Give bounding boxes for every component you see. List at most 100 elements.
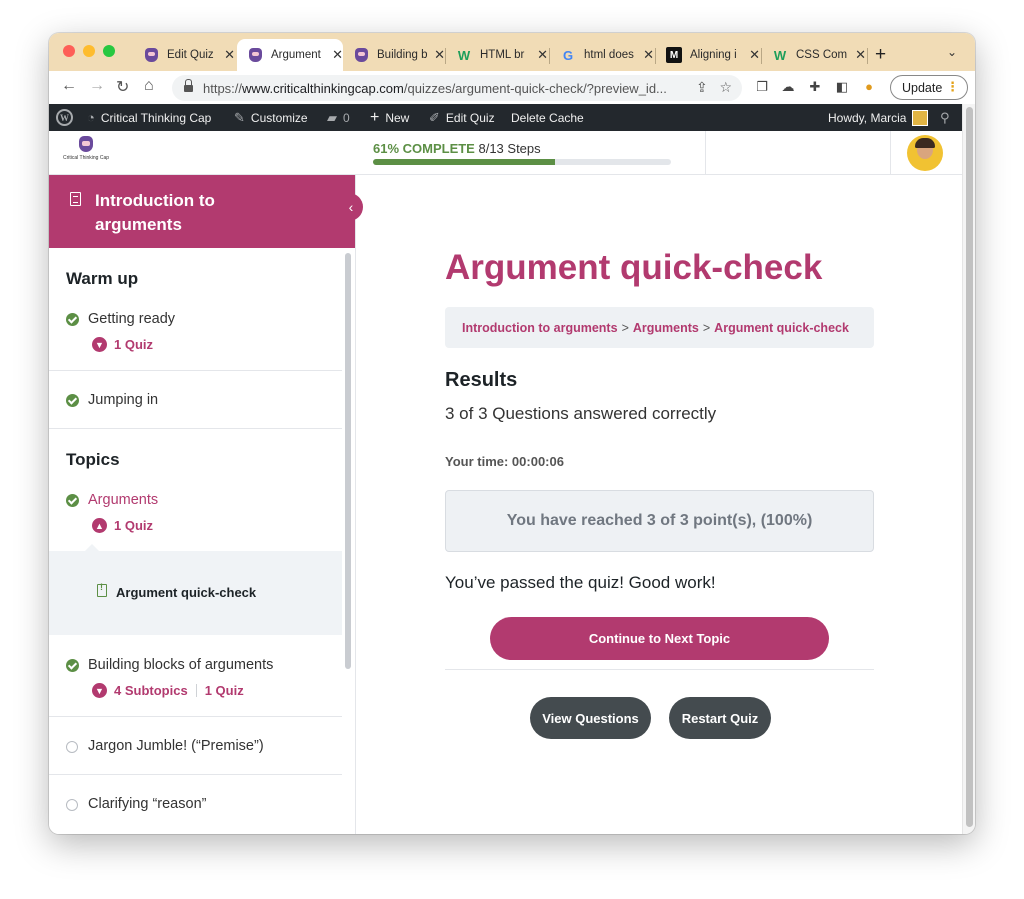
new-label: New	[385, 110, 410, 125]
tab-html-does[interactable]: G html does ✕	[550, 39, 654, 71]
back-arrow-icon[interactable]: ←	[61, 77, 77, 95]
comments-link[interactable]: ▰ 0	[327, 104, 350, 131]
new-tab-button[interactable]: +	[875, 44, 886, 66]
divider	[49, 716, 342, 717]
new-content-link[interactable]: + New	[370, 104, 409, 131]
close-tab-icon[interactable]: ✕	[537, 47, 548, 63]
close-tab-icon[interactable]: ✕	[749, 47, 760, 63]
account-menu[interactable]: Howdy, Marcia	[828, 104, 929, 131]
close-window-button[interactable]	[63, 45, 75, 57]
pass-message: You’ve passed the quiz! Good work!	[445, 573, 716, 592]
complete-check-icon	[66, 494, 79, 507]
close-tab-icon[interactable]: ✕	[434, 47, 445, 63]
howdy-label: Howdy, Marcia	[828, 110, 907, 125]
progress-steps: 8/13 Steps	[478, 141, 541, 156]
w3-favicon-icon: W	[457, 47, 471, 63]
answered-summary: 3 of 3 Questions answered correctly	[445, 404, 717, 423]
tab-html-br[interactable]: W HTML br ✕	[446, 39, 548, 71]
lock-icon	[184, 79, 193, 93]
owl-favicon-icon	[247, 47, 263, 63]
page-scrollbar[interactable]	[962, 104, 975, 834]
menu-kebab-icon[interactable]: ⋮	[946, 79, 959, 95]
complete-check-icon	[66, 659, 79, 672]
cloud-icon[interactable]: ☁	[780, 79, 796, 95]
m-favicon-icon: M	[666, 47, 682, 63]
owl-logo-icon	[79, 136, 93, 152]
comment-count: 0	[343, 110, 350, 125]
close-tab-icon[interactable]: ✕	[855, 47, 866, 63]
wp-admin-bar: W ◔ Critical Thinking Cap ✎ Customize ▰ …	[49, 104, 962, 131]
logo-text: Critical Thinking Cap	[62, 155, 110, 161]
pencil-icon: ✐	[429, 109, 440, 125]
reload-icon[interactable]: ↻	[116, 77, 129, 97]
site-name-link[interactable]: ◔ Critical Thinking Cap	[87, 104, 211, 131]
incomplete-circle-icon	[66, 799, 78, 811]
tab-css-com[interactable]: W CSS Com ✕	[762, 39, 866, 71]
share-icon[interactable]: ⇪	[696, 79, 708, 95]
wp-logo-menu[interactable]: W	[56, 104, 73, 131]
progress-fill	[373, 159, 555, 165]
profile-icon[interactable]: ●	[861, 79, 877, 95]
complete-check-icon	[66, 394, 79, 407]
tab-search-chevron-icon[interactable]: ⌄	[947, 45, 957, 59]
chevron-down-icon: ▼	[92, 337, 107, 352]
scrollbar-thumb[interactable]	[966, 107, 973, 827]
breadcrumb-separator: >	[702, 320, 711, 335]
minimize-window-button[interactable]	[83, 45, 95, 57]
tab-title: HTML br	[480, 49, 525, 61]
user-avatar[interactable]	[907, 135, 943, 171]
lesson-quiz-toggle[interactable]: ▲ 1 Quiz	[92, 518, 153, 533]
restart-quiz-button[interactable]: Restart Quiz	[669, 697, 771, 739]
continue-next-topic-button[interactable]: Continue to Next Topic	[490, 617, 829, 660]
customize-link[interactable]: ✎ Customize	[234, 104, 308, 131]
close-tab-icon[interactable]: ✕	[224, 47, 235, 63]
quiz-item-argument-quick-check[interactable]: Argument quick-check	[49, 544, 342, 635]
google-favicon-icon: G	[562, 47, 574, 63]
view-questions-button[interactable]: View Questions	[530, 697, 651, 739]
separator	[195, 684, 197, 697]
breadcrumb-separator: >	[621, 320, 629, 335]
update-button[interactable]: Update ⋮	[890, 75, 968, 100]
admin-search-icon[interactable]: ⚲	[940, 104, 950, 131]
incomplete-circle-icon	[66, 741, 78, 753]
section-heading-topics: Topics	[66, 450, 120, 469]
delete-cache-link[interactable]: Delete Cache	[511, 104, 584, 131]
edit-quiz-label: Edit Quiz	[445, 110, 495, 125]
tab-argument[interactable]: Argument ✕	[237, 39, 343, 71]
wordpress-icon: W	[56, 109, 73, 126]
tab-aligning[interactable]: M Aligning i ✕	[656, 39, 760, 71]
site-logo[interactable]: Critical Thinking Cap	[61, 136, 111, 170]
address-bar[interactable]: https://www.criticalthinkingcap.com/quiz…	[172, 75, 742, 101]
lesson-title: Arguments	[88, 492, 159, 508]
lesson-title: Clarifying “reason”	[88, 796, 207, 812]
notch	[85, 544, 99, 551]
close-tab-icon[interactable]: ✕	[332, 47, 343, 63]
site-name: Critical Thinking Cap	[100, 110, 212, 125]
complete-check-icon	[66, 313, 79, 326]
extension-icon[interactable]: ❐	[754, 79, 770, 95]
course-title-header[interactable]: Introduction to arguments	[49, 175, 355, 248]
dashboard-icon: ◔	[87, 110, 95, 125]
puzzle-icon[interactable]: ✚	[807, 79, 823, 95]
home-icon[interactable]: ⌂	[144, 77, 154, 95]
tab-edit-quiz[interactable]: Edit Quiz ✕	[133, 39, 235, 71]
zoom-window-button[interactable]	[103, 45, 115, 57]
document-icon	[70, 192, 81, 206]
breadcrumb-lesson[interactable]: Arguments	[633, 321, 699, 335]
header-divider	[890, 131, 891, 175]
sidebar-scrollbar[interactable]	[345, 253, 351, 669]
breadcrumb-quiz[interactable]: Argument quick-check	[714, 321, 849, 335]
url-text: https://www.criticalthinkingcap.com/quiz…	[203, 81, 667, 96]
bookmark-star-icon[interactable]: ☆	[719, 79, 732, 95]
forward-arrow-icon[interactable]: →	[89, 77, 105, 95]
sidepanel-icon[interactable]: ◧	[834, 79, 850, 95]
chevron-down-icon: ▼	[92, 683, 107, 698]
points-result: You have reached 3 of 3 point(s), (100%)	[445, 490, 874, 552]
close-tab-icon[interactable]: ✕	[643, 47, 654, 63]
lesson-subtopics-toggle[interactable]: ▼ 4 Subtopics 1 Quiz	[92, 683, 244, 698]
edit-quiz-link[interactable]: ✐ Edit Quiz	[429, 104, 495, 131]
owl-favicon-icon	[353, 47, 369, 63]
breadcrumb-course[interactable]: Introduction to arguments	[462, 321, 618, 335]
lesson-quiz-toggle[interactable]: ▼ 1 Quiz	[92, 337, 153, 352]
tab-building[interactable]: Building b ✕	[343, 39, 445, 71]
